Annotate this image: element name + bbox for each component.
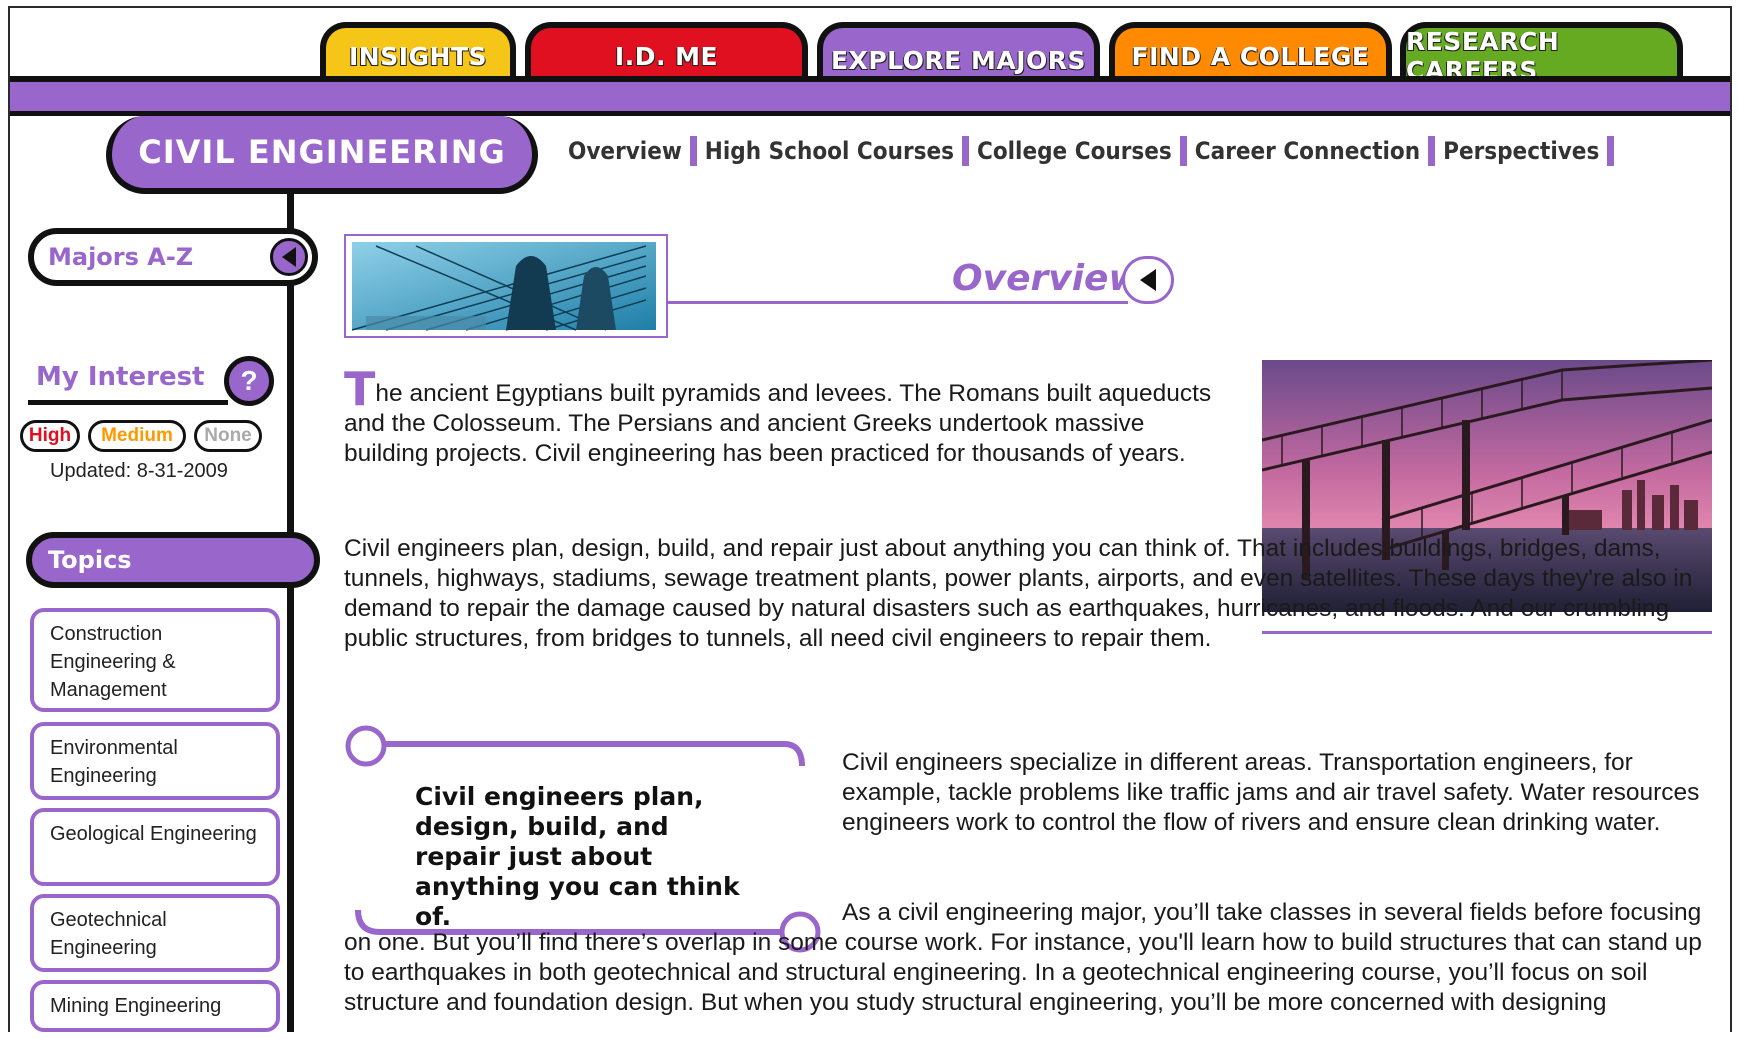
topics-header: Topics bbox=[26, 532, 320, 588]
sidebar-divider bbox=[287, 194, 294, 1032]
majors-az-button[interactable]: Majors A-Z bbox=[28, 228, 318, 286]
interest-high-button[interactable]: High bbox=[20, 420, 80, 452]
topic-item[interactable]: Geotechnical Engineering bbox=[30, 894, 280, 972]
my-interest-label: My Interest bbox=[36, 362, 205, 392]
interest-levels: High Medium None bbox=[20, 420, 262, 452]
interest-medium-button[interactable]: Medium bbox=[88, 420, 186, 452]
tab-research-careers[interactable]: RESEARCH CAREERS bbox=[1400, 22, 1683, 85]
subnav-divider bbox=[1428, 136, 1436, 166]
subnav-divider bbox=[961, 136, 969, 166]
subnav-overview[interactable]: Overview bbox=[560, 137, 690, 165]
subnav-divider bbox=[1179, 136, 1187, 166]
tab-id-me[interactable]: I.D. ME bbox=[525, 22, 808, 84]
drop-cap: T bbox=[344, 362, 376, 416]
arrow-left-icon bbox=[1140, 269, 1156, 291]
overview-rule bbox=[668, 301, 1128, 304]
topic-item[interactable]: Mining Engineering bbox=[30, 980, 280, 1032]
subnav-divider bbox=[1607, 136, 1615, 166]
my-interest-underline bbox=[28, 400, 228, 405]
subnav-divider bbox=[689, 136, 697, 166]
tab-insights[interactable]: INSIGHTS bbox=[320, 22, 516, 84]
paragraph-2-text: Civil engineers plan, design, build, and… bbox=[344, 535, 1693, 652]
header-bar bbox=[10, 76, 1730, 116]
section-title: Overview bbox=[952, 258, 1142, 299]
paragraph-4-text: As a civil engineering major, you’ll tak… bbox=[344, 899, 1702, 1016]
intro-paragraph: The ancient Egyptians built pyramids and… bbox=[344, 366, 1234, 469]
major-title: CIVIL ENGINEERING bbox=[106, 116, 538, 194]
major-subnav: Overview High School Courses College Cou… bbox=[560, 136, 1615, 166]
paragraph-3-text: Civil engineers specialize in different … bbox=[842, 749, 1700, 836]
help-icon[interactable]: ? bbox=[224, 356, 274, 406]
subnav-high-school-courses[interactable]: High School Courses bbox=[697, 137, 962, 165]
majors-az-label: Majors A-Z bbox=[48, 243, 194, 271]
header-bridge-image bbox=[344, 234, 668, 338]
updated-date: Updated: 8-31-2009 bbox=[50, 460, 228, 482]
intro-text: he ancient Egyptians built pyramids and … bbox=[344, 380, 1212, 467]
overview-arrow-button[interactable] bbox=[1122, 256, 1174, 304]
topic-item[interactable]: Construction Engineering & Management bbox=[30, 608, 280, 712]
arrow-left-icon bbox=[270, 238, 308, 276]
paragraph-4: As a civil engineering major, you’ll tak… bbox=[344, 898, 1720, 1018]
interest-none-button[interactable]: None bbox=[194, 420, 262, 452]
page-frame: INSIGHTS I.D. ME EXPLORE MAJORS FIND A C… bbox=[8, 6, 1732, 1032]
topic-item[interactable]: Geological Engineering bbox=[30, 808, 280, 886]
paragraph-3: Civil engineers specialize in different … bbox=[842, 748, 1722, 838]
subnav-perspectives[interactable]: Perspectives bbox=[1435, 137, 1607, 165]
tab-find-a-college[interactable]: FIND A COLLEGE bbox=[1109, 22, 1392, 84]
quote-top-rule bbox=[345, 725, 805, 767]
subnav-career-connection[interactable]: Career Connection bbox=[1187, 137, 1428, 165]
paragraph-2: Civil engineers plan, design, build, and… bbox=[344, 534, 1720, 654]
subnav-college-courses[interactable]: College Courses bbox=[969, 137, 1180, 165]
topic-item[interactable]: Environmental Engineering bbox=[30, 722, 280, 800]
